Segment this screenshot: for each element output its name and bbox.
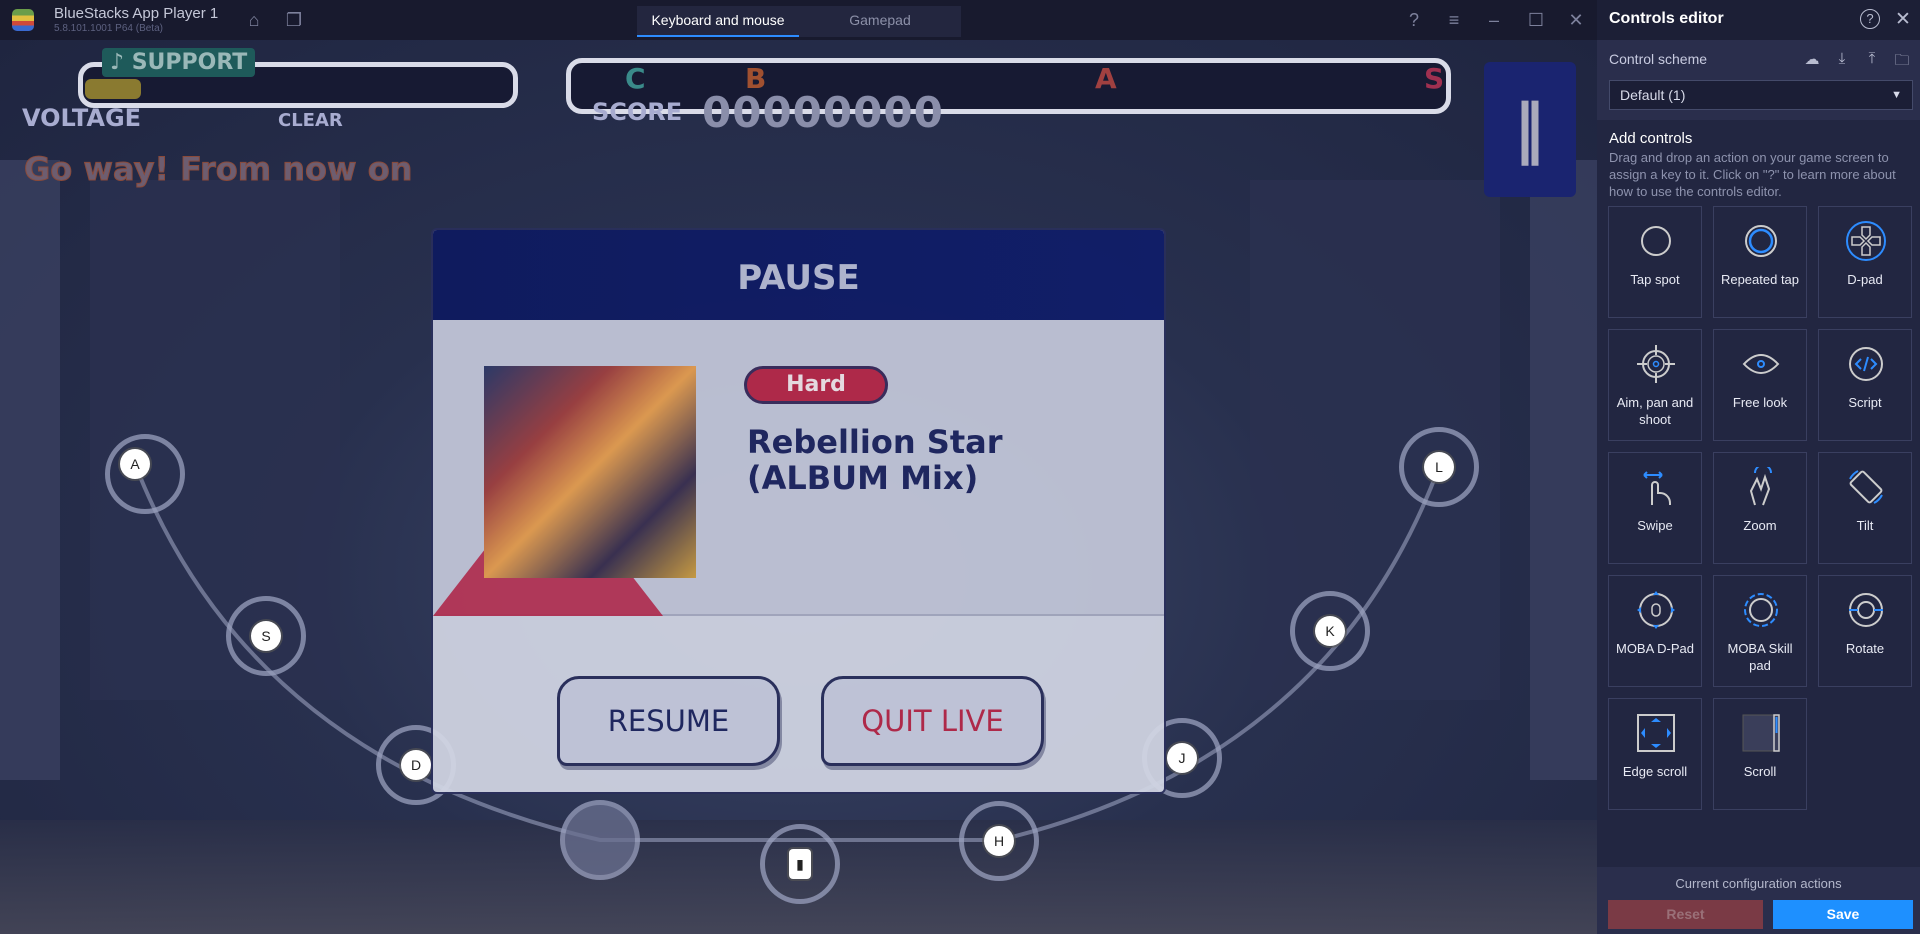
code-icon <box>1849 347 1883 381</box>
folder-icon[interactable]: 🗀 <box>1892 50 1912 70</box>
tilt-icon <box>1849 470 1883 504</box>
add-controls-description: Drag and drop an action on your game scr… <box>1609 150 1896 199</box>
song-title: Rebellion Star (ALBUM Mix) <box>747 423 1003 497</box>
swipe-hand-icon <box>1643 471 1671 505</box>
album-art <box>484 366 696 578</box>
control-label: Zoom <box>1743 518 1777 533</box>
tab-gamepad[interactable]: Gamepad <box>799 6 961 37</box>
control-tile-tilt[interactable]: Tilt <box>1818 452 1912 564</box>
control-tile-swipe[interactable]: Swipe <box>1608 452 1702 564</box>
moba-dpad-icon <box>1637 591 1675 629</box>
multi-instance-icon[interactable]: ❐ <box>284 10 304 30</box>
tab-keyboard-mouse[interactable]: Keyboard and mouse <box>637 6 799 37</box>
menu-icon[interactable]: ≡ <box>1444 10 1464 30</box>
scroll-icon <box>1742 714 1780 752</box>
control-tile-script[interactable]: Script <box>1818 329 1912 441</box>
control-label: Rotate <box>1845 641 1885 656</box>
control-scheme-label: Control scheme <box>1609 51 1708 67</box>
control-label: Swipe <box>1637 518 1673 533</box>
import-icon[interactable]: ⤓ <box>1832 50 1852 70</box>
bluestacks-logo <box>12 9 34 31</box>
cloud-sync-icon[interactable]: ☁ <box>1802 50 1822 70</box>
control-label: MOBA D-Pad <box>1615 641 1695 656</box>
control-label: MOBA Skill pad <box>1727 641 1793 673</box>
key-marker-l[interactable]: L <box>1424 452 1454 482</box>
home-icon[interactable]: ⌂ <box>244 10 264 30</box>
title-bar: BlueStacks App Player 1 5.8.101.1001 P64… <box>0 0 1597 40</box>
key-marker-k[interactable]: K <box>1315 616 1345 646</box>
control-label: Script <box>1848 395 1882 410</box>
control-label: Tap spot <box>1630 272 1680 287</box>
pinch-icon <box>1749 467 1772 506</box>
key-marker-scroll[interactable]: ▮ <box>789 849 811 879</box>
moba-skill-icon <box>1744 593 1778 627</box>
difficulty-badge: Hard <box>744 366 888 404</box>
key-marker-d[interactable]: D <box>401 750 431 780</box>
edge-scroll-icon <box>1637 714 1675 752</box>
game-screen[interactable]: ♪ SUPPORT VOLTAGE CLEAR C B A S SCORE 00… <box>0 40 1597 934</box>
crosshair-icon <box>1637 345 1675 383</box>
help-icon[interactable]: ? <box>1404 10 1424 30</box>
eye-icon <box>1742 354 1780 374</box>
control-tile-free-look[interactable]: Free look <box>1713 329 1807 441</box>
app-name: BlueStacks App Player 1 <box>54 5 219 22</box>
save-button[interactable]: Save <box>1773 900 1913 929</box>
control-label: Edge scroll <box>1622 764 1688 779</box>
close-icon[interactable]: ✕ <box>1566 10 1586 30</box>
tap-spot-icon <box>1641 226 1671 256</box>
app-version: 5.8.101.1001 P64 (Beta) <box>54 23 163 34</box>
controls-editor-panel: Controls editor ? ✕ Control scheme ☁ ⤓ ⤒… <box>1597 0 1920 934</box>
dropdown-caret-icon: ▼ <box>1891 89 1902 101</box>
quit-live-button[interactable]: QUIT LIVE <box>821 676 1044 766</box>
control-tile-aim-pan-and-shoot[interactable]: Aim, pan and shoot <box>1608 329 1702 441</box>
maximize-icon[interactable]: ☐ <box>1526 10 1546 30</box>
export-icon[interactable]: ⤒ <box>1862 50 1882 70</box>
dpad-icon <box>1846 221 1886 261</box>
control-tile-rotate[interactable]: Rotate <box>1818 575 1912 687</box>
mode-tabs: Keyboard and mouse Gamepad <box>637 6 961 37</box>
control-label: Aim, pan and shoot <box>1616 395 1694 427</box>
control-tile-tap-spot[interactable]: Tap spot <box>1608 206 1702 318</box>
control-tile-moba-skill-pad[interactable]: MOBA Skill pad <box>1713 575 1807 687</box>
control-tile-moba-d-pad[interactable]: MOBA D-Pad <box>1608 575 1702 687</box>
reset-button[interactable]: Reset <box>1608 900 1763 929</box>
control-label: Scroll <box>1743 764 1777 779</box>
control-tile-repeated-tap[interactable]: Repeated tap <box>1713 206 1807 318</box>
control-tile-scroll[interactable]: Scroll <box>1713 698 1807 810</box>
pause-title: PAUSE <box>433 230 1164 320</box>
control-label: Free look <box>1732 395 1788 410</box>
close-icon[interactable]: ✕ <box>1895 9 1911 31</box>
key-marker-s[interactable]: S <box>251 621 281 651</box>
add-controls-title: Add controls <box>1609 130 1693 147</box>
key-marker-j[interactable]: J <box>1167 743 1197 773</box>
control-label: Repeated tap <box>1720 272 1800 287</box>
control-label: D-pad <box>1847 272 1883 287</box>
rotate-icon <box>1849 593 1883 627</box>
control-label: Tilt <box>1856 518 1874 533</box>
help-icon[interactable]: ? <box>1860 9 1880 29</box>
control-tile-d-pad[interactable]: D-pad <box>1818 206 1912 318</box>
resume-button[interactable]: RESUME <box>557 676 780 766</box>
key-marker-a[interactable]: A <box>120 449 150 479</box>
repeated-tap-icon <box>1745 225 1777 257</box>
footer-label: Current configuration actions <box>1675 876 1842 891</box>
control-scheme-select[interactable]: Default (1) ▼ <box>1609 80 1913 110</box>
control-tile-edge-scroll[interactable]: Edge scroll <box>1608 698 1702 810</box>
pause-dialog: PAUSE Hard Rebellion Star (ALBUM Mix) RE… <box>431 228 1166 794</box>
scheme-value: Default (1) <box>1620 87 1686 103</box>
key-marker-h[interactable]: H <box>984 826 1014 856</box>
minimize-icon[interactable]: – <box>1484 10 1504 30</box>
control-tile-zoom[interactable]: Zoom <box>1713 452 1807 564</box>
panel-title: Controls editor <box>1609 10 1724 27</box>
